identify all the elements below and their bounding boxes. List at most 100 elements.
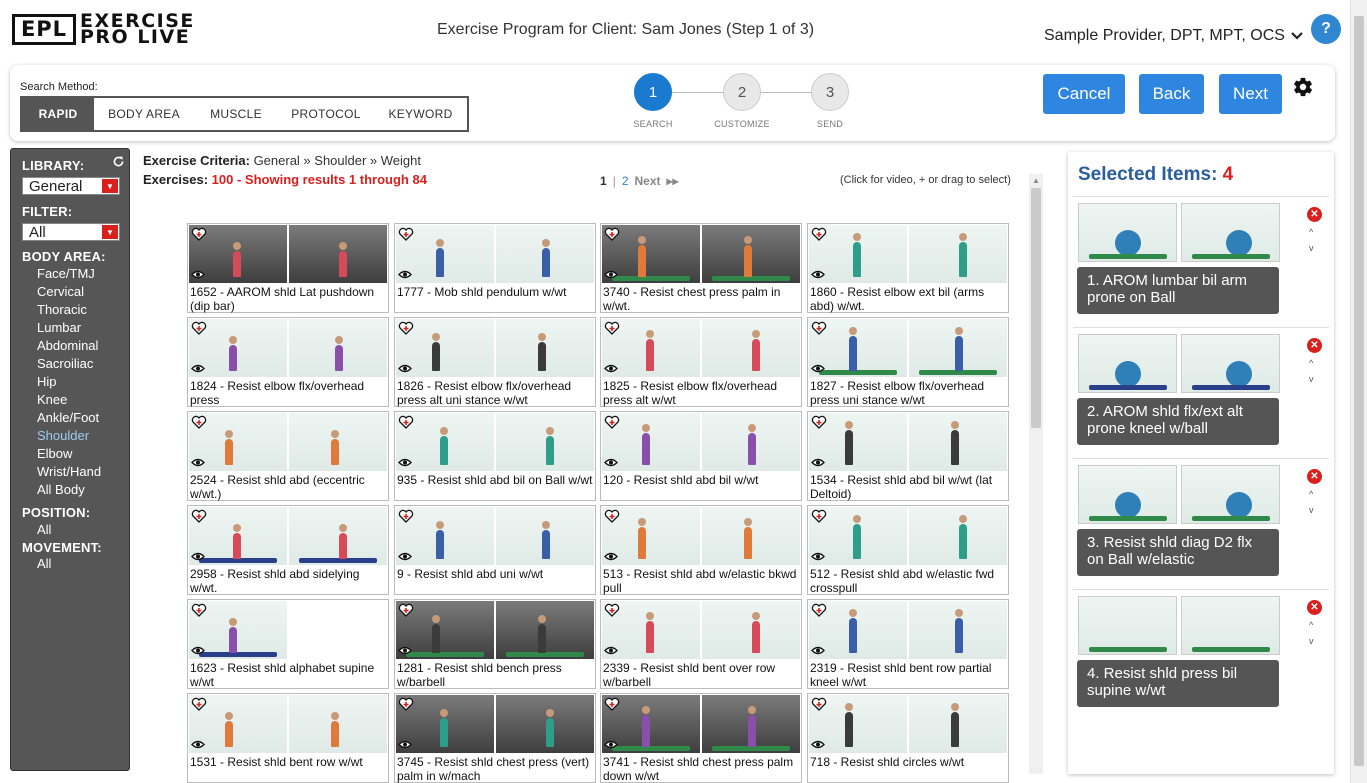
help-button[interactable]: ? — [1311, 14, 1341, 44]
preview-eye-icon[interactable] — [604, 740, 618, 749]
favorite-heart-icon[interactable] — [398, 321, 414, 335]
favorite-heart-icon[interactable] — [398, 509, 414, 523]
step-customize[interactable]: 2 CUSTOMIZE — [707, 73, 777, 129]
exercise-thumbnails[interactable] — [809, 695, 1007, 753]
exercise-card[interactable]: 3740 - Resist chest press palm in w/wt. — [600, 223, 802, 313]
tab-keyword[interactable]: KEYWORD — [374, 98, 467, 130]
exercise-card[interactable]: 1534 - Resist shld abd bil w/wt (lat Del… — [807, 411, 1009, 501]
favorite-heart-icon[interactable] — [191, 321, 207, 335]
preview-eye-icon[interactable] — [398, 552, 412, 561]
exercise-card[interactable]: 1825 - Resist elbow flx/overhead press a… — [600, 317, 802, 407]
exercise-card[interactable]: 3745 - Resist shld chest press (vert) pa… — [394, 693, 596, 783]
move-up-icon[interactable]: ^ — [1309, 489, 1313, 499]
exercise-thumbnails[interactable] — [189, 695, 387, 753]
next-arrow-icon[interactable]: ▸▸ — [667, 174, 679, 188]
tab-protocol[interactable]: PROTOCOL — [278, 98, 374, 130]
body-area-item-active[interactable]: Shoulder — [37, 428, 89, 443]
preview-eye-icon[interactable] — [811, 270, 825, 279]
favorite-heart-icon[interactable] — [191, 509, 207, 523]
exercise-thumbnails[interactable] — [602, 507, 800, 565]
preview-eye-icon[interactable] — [811, 552, 825, 561]
selected-item-label[interactable]: 3. Resist shld diag D2 flx on Ball w/ela… — [1077, 529, 1279, 576]
results-scrollbar[interactable]: ▲ — [1029, 174, 1043, 774]
favorite-heart-icon[interactable] — [604, 415, 620, 429]
exercise-card[interactable]: 1777 - Mob shld pendulum w/wt — [394, 223, 596, 313]
exercise-card[interactable]: 1281 - Resist shld bench press w/barbell — [394, 599, 596, 689]
exercise-thumbnails[interactable] — [189, 601, 387, 659]
body-area-item[interactable]: Ankle/Foot — [37, 410, 99, 425]
tab-rapid[interactable]: RAPID — [22, 98, 94, 130]
preview-eye-icon[interactable] — [811, 364, 825, 373]
window-scroll-thumb[interactable] — [1354, 16, 1364, 766]
move-down-icon[interactable]: v — [1309, 243, 1314, 253]
remove-item-icon[interactable]: ✕ — [1307, 338, 1322, 353]
exercise-card[interactable]: 120 - Resist shld abd bil w/wt — [600, 411, 802, 501]
step-send[interactable]: 3 SEND — [795, 73, 865, 129]
exercise-card[interactable]: 1827 - Resist elbow flx/overhead press u… — [807, 317, 1009, 407]
body-area-item[interactable]: Sacroiliac — [37, 356, 93, 371]
exercise-thumbnails[interactable] — [189, 319, 387, 377]
preview-eye-icon[interactable] — [398, 364, 412, 373]
exercise-card[interactable]: 718 - Resist shld circles w/wt — [807, 693, 1009, 783]
body-area-item[interactable]: Thoracic — [37, 302, 87, 317]
preview-eye-icon[interactable] — [398, 270, 412, 279]
logo[interactable]: EPL EXERCISE PRO LIVE — [12, 12, 195, 47]
gear-icon[interactable] — [1292, 76, 1314, 98]
results-scroll-thumb[interactable] — [1031, 188, 1041, 428]
exercise-thumbnails[interactable] — [396, 695, 594, 753]
exercise-thumbnails[interactable] — [809, 601, 1007, 659]
favorite-heart-icon[interactable] — [811, 697, 827, 711]
preview-eye-icon[interactable] — [604, 270, 618, 279]
body-area-item[interactable]: All Body — [37, 482, 85, 497]
preview-eye-icon[interactable] — [191, 552, 205, 561]
favorite-heart-icon[interactable] — [811, 415, 827, 429]
selected-item-label[interactable]: 2. AROM shld flx/ext alt prone kneel w/b… — [1077, 398, 1279, 445]
tab-body-area[interactable]: BODY AREA — [94, 98, 194, 130]
exercise-card[interactable]: 9 - Resist shld abd uni w/wt — [394, 505, 596, 595]
cancel-button[interactable]: Cancel — [1043, 74, 1125, 114]
selected-item[interactable]: 4. Resist shld press bil supine w/wt ✕ ^ v — [1073, 589, 1329, 719]
exercise-thumbnails[interactable] — [602, 225, 800, 283]
exercise-card[interactable]: 2339 - Resist shld bent over row w/barbe… — [600, 599, 802, 689]
next-button[interactable]: Next — [1219, 74, 1282, 114]
preview-eye-icon[interactable] — [604, 552, 618, 561]
favorite-heart-icon[interactable] — [811, 227, 827, 241]
preview-eye-icon[interactable] — [811, 646, 825, 655]
favorite-heart-icon[interactable] — [191, 227, 207, 241]
back-button[interactable]: Back — [1139, 74, 1204, 114]
exercise-thumbnails[interactable] — [189, 413, 387, 471]
preview-eye-icon[interactable] — [398, 740, 412, 749]
preview-eye-icon[interactable] — [604, 458, 618, 467]
exercise-thumbnails[interactable] — [809, 319, 1007, 377]
move-up-icon[interactable]: ^ — [1309, 227, 1313, 237]
preview-eye-icon[interactable] — [604, 364, 618, 373]
exercise-card[interactable]: 513 - Resist shld abd w/elastic bkwd pul… — [600, 505, 802, 595]
move-up-icon[interactable]: ^ — [1309, 358, 1313, 368]
exercise-thumbnails[interactable] — [809, 225, 1007, 283]
favorite-heart-icon[interactable] — [604, 321, 620, 335]
page-next-link[interactable]: Next — [635, 174, 661, 188]
favorite-heart-icon[interactable] — [398, 415, 414, 429]
preview-eye-icon[interactable] — [811, 740, 825, 749]
favorite-heart-icon[interactable] — [191, 603, 207, 617]
exercise-thumbnails[interactable] — [189, 225, 387, 283]
favorite-heart-icon[interactable] — [604, 509, 620, 523]
page-2-link[interactable]: 2 — [622, 174, 629, 188]
preview-eye-icon[interactable] — [398, 646, 412, 655]
preview-eye-icon[interactable] — [604, 646, 618, 655]
favorite-heart-icon[interactable] — [398, 697, 414, 711]
filter-select[interactable]: All ▼ — [22, 223, 120, 241]
move-up-icon[interactable]: ^ — [1309, 620, 1313, 630]
preview-eye-icon[interactable] — [811, 458, 825, 467]
exercise-thumbnails[interactable] — [396, 319, 594, 377]
exercise-thumbnails[interactable] — [602, 319, 800, 377]
body-area-item[interactable]: Elbow — [37, 446, 72, 461]
selected-item[interactable]: 2. AROM shld flx/ext alt prone kneel w/b… — [1073, 327, 1329, 457]
exercise-thumbnails[interactable] — [396, 601, 594, 659]
library-select[interactable]: General ▼ — [22, 177, 120, 195]
favorite-heart-icon[interactable] — [398, 603, 414, 617]
exercise-thumbnails[interactable] — [189, 507, 387, 565]
remove-item-icon[interactable]: ✕ — [1307, 469, 1322, 484]
exercise-thumbnails[interactable] — [396, 413, 594, 471]
favorite-heart-icon[interactable] — [811, 509, 827, 523]
